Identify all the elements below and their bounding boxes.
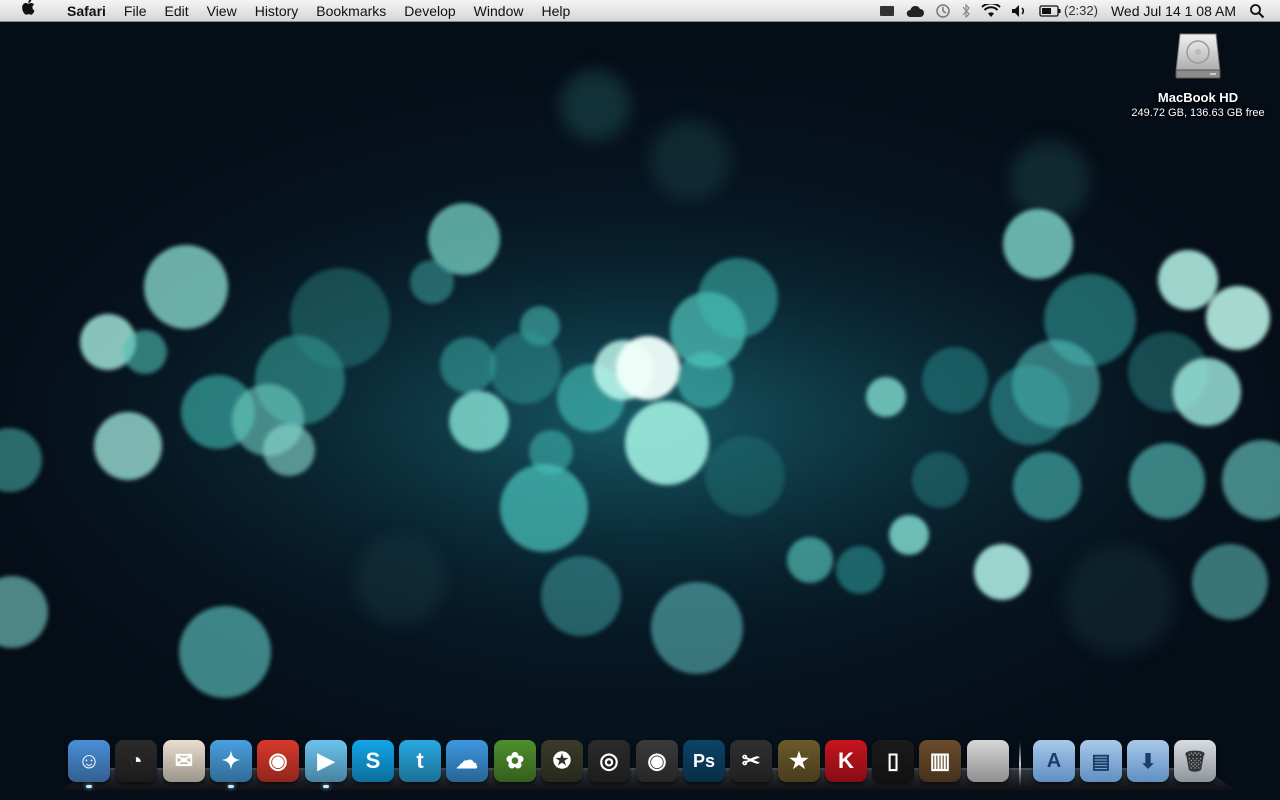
dashboard-icon[interactable]: ◔	[115, 740, 157, 782]
applications-folder-icon[interactable]: A	[1033, 740, 1075, 782]
twitter-icon[interactable]: t	[399, 740, 441, 782]
menu-view[interactable]: View	[198, 0, 246, 22]
safari-icon[interactable]: ✦	[210, 740, 252, 782]
dock: ☺ ◔ ✉ ✦ ◉ ▶ St ☁ ✿ ✪ ◎ ◉ Ps ✂ ★ K ▯ ▥ A ▤ ⬇ 🗑	[68, 740, 1218, 788]
kitkat-icon[interactable]: K	[825, 740, 867, 782]
menu-help[interactable]: Help	[532, 0, 579, 22]
mail-icon[interactable]: ✉	[163, 740, 205, 782]
menu-window[interactable]: Window	[465, 0, 533, 22]
system-preferences-icon[interactable]	[967, 740, 1009, 782]
icloud-icon[interactable]: ☁	[446, 740, 488, 782]
bluetooth-icon[interactable]	[956, 0, 976, 22]
menubar-clock[interactable]: Wed Jul 14 1 08 AM	[1103, 0, 1244, 22]
plants-vs-zombies-icon[interactable]: ✿	[494, 740, 536, 782]
final-cut-icon[interactable]: ✂	[730, 740, 772, 782]
running-indicator	[86, 785, 92, 788]
battery-icon[interactable]: (2:32)	[1034, 0, 1103, 22]
volume-icon[interactable]	[1006, 0, 1034, 22]
wifi-icon[interactable]	[976, 0, 1006, 22]
finder-icon[interactable]: ☺	[68, 740, 110, 782]
desktop-wallpaper	[0, 0, 1280, 800]
menu-history[interactable]: History	[246, 0, 308, 22]
menu-bar: Safari File Edit View History Bookmarks …	[0, 0, 1280, 22]
menu-develop[interactable]: Develop	[395, 0, 464, 22]
running-indicator	[323, 785, 329, 788]
bokeh-wallpaper-graphic	[0, 70, 1280, 698]
imovie-icon[interactable]: ★	[778, 740, 820, 782]
skype-icon[interactable]: S	[352, 740, 394, 782]
disk-info-label: 249.72 GB, 136.63 GB free	[1131, 107, 1265, 119]
battery-time-text: (2:32)	[1063, 3, 1098, 18]
photoshop-icon[interactable]: Ps	[683, 740, 725, 782]
desktop-disk-icon[interactable]: MacBook HD 249.72 GB, 136.63 GB free	[1128, 28, 1268, 119]
photo-booth-icon[interactable]: ◉	[636, 740, 678, 782]
running-indicator	[228, 785, 234, 788]
books-icon[interactable]: ▥	[919, 740, 961, 782]
iphone-icon[interactable]: ▯	[872, 740, 914, 782]
dock-separator	[1019, 742, 1021, 786]
disk-name-label: MacBook HD	[1157, 90, 1239, 105]
app-menu-safari[interactable]: Safari	[58, 0, 115, 22]
hard-drive-icon	[1170, 28, 1226, 84]
time-machine-icon[interactable]	[930, 0, 956, 22]
documents-folder-icon[interactable]: ▤	[1080, 740, 1122, 782]
trash-icon[interactable]: 🗑	[1174, 740, 1216, 782]
dvd-player-icon[interactable]: ◎	[588, 740, 630, 782]
call-of-duty-icon[interactable]: ✪	[541, 740, 583, 782]
facetime-icon[interactable]: ▶	[305, 740, 347, 782]
cloud-icon[interactable]	[900, 0, 930, 22]
chrome-icon[interactable]: ◉	[257, 740, 299, 782]
notification-icon[interactable]	[874, 0, 900, 22]
apple-menu-icon[interactable]	[0, 0, 58, 22]
menu-edit[interactable]: Edit	[155, 0, 197, 22]
menu-file[interactable]: File	[115, 0, 156, 22]
spotlight-icon[interactable]	[1244, 0, 1270, 22]
menu-bookmarks[interactable]: Bookmarks	[307, 0, 395, 22]
downloads-folder-icon[interactable]: ⬇	[1127, 740, 1169, 782]
